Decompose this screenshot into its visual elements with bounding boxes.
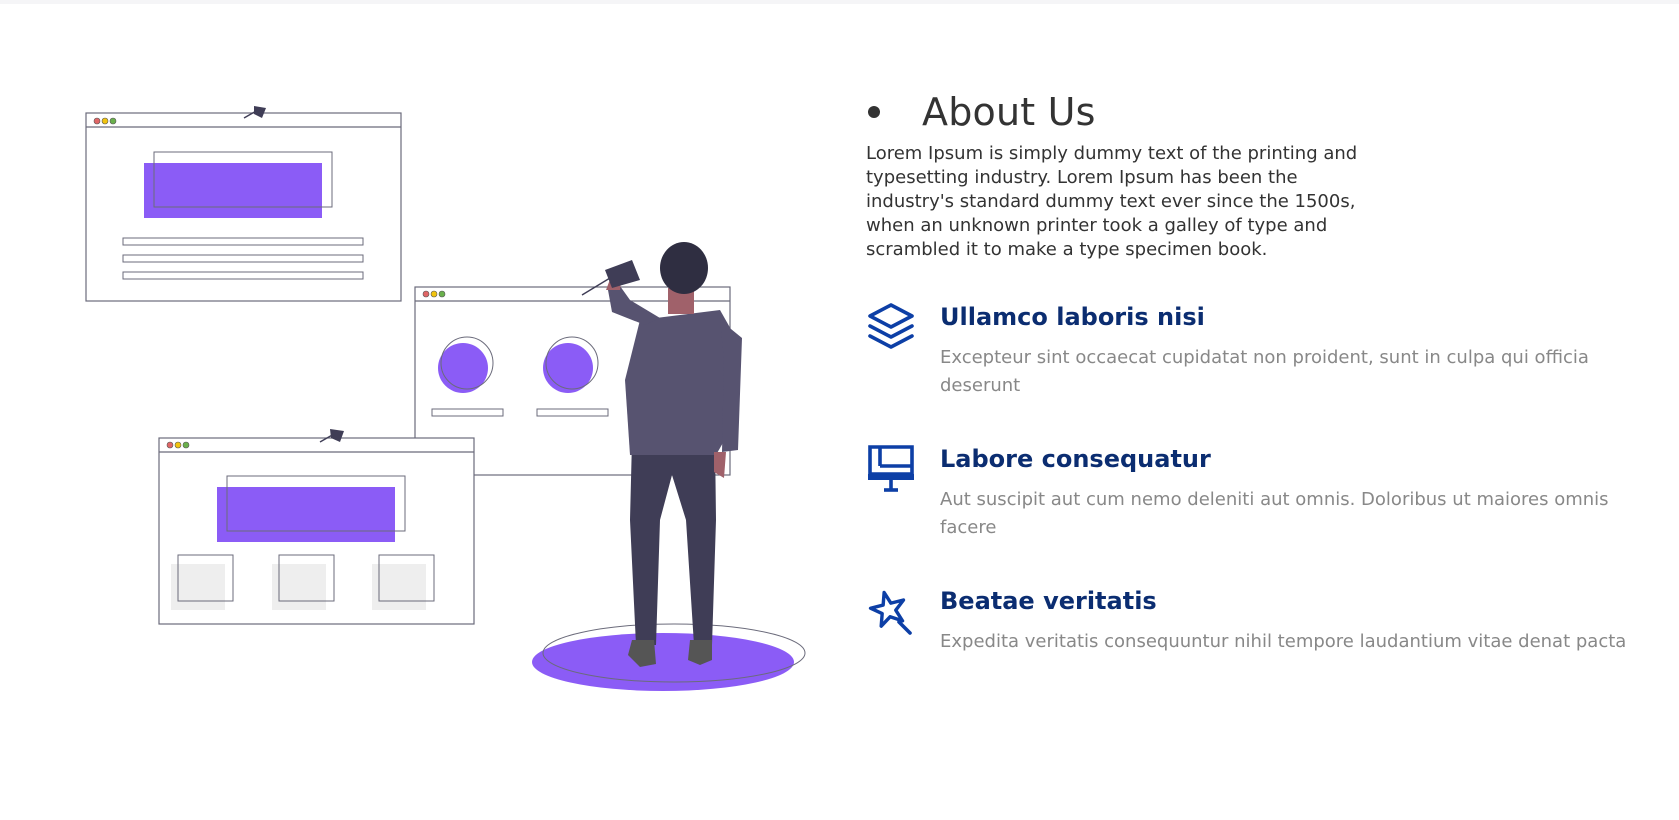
- browser-window-illustration: [158, 429, 475, 625]
- magic-star-icon: [868, 590, 912, 635]
- about-intro-text: Lorem Ipsum is simply dummy text of the …: [866, 143, 1358, 260]
- feature-description: Excepteur sint occaecat cupidatat non pr…: [940, 347, 1589, 396]
- easel-icon: [868, 445, 914, 492]
- hero-illustration: [85, 106, 806, 691]
- bullet-icon: [868, 106, 880, 118]
- feature-item: Labore consequatur Aut suscipit aut cum …: [866, 444, 1656, 542]
- top-bar: [0, 0, 1679, 4]
- feature-title: Labore consequatur: [940, 445, 1211, 473]
- feature-item: Ullamco laboris nisi Excepteur sint occa…: [866, 302, 1656, 400]
- browser-window-illustration: [85, 106, 402, 302]
- feature-title: Ullamco laboris nisi: [940, 303, 1205, 331]
- feature-title: Beatae veritatis: [940, 587, 1157, 615]
- about-section: About Us Lorem Ipsum is simply dummy tex…: [866, 90, 1656, 700]
- feature-item: Beatae veritatis Expedita veritatis cons…: [866, 586, 1656, 656]
- feature-list: Ullamco laboris nisi Excepteur sint occa…: [866, 302, 1656, 656]
- page-title: About Us: [922, 90, 1096, 134]
- about-heading: About Us: [866, 90, 1656, 134]
- layers-icon: [868, 303, 914, 349]
- feature-description: Expedita veritatis consequuntur nihil te…: [940, 631, 1627, 652]
- feature-description: Aut suscipit aut cum nemo deleniti aut o…: [940, 489, 1609, 538]
